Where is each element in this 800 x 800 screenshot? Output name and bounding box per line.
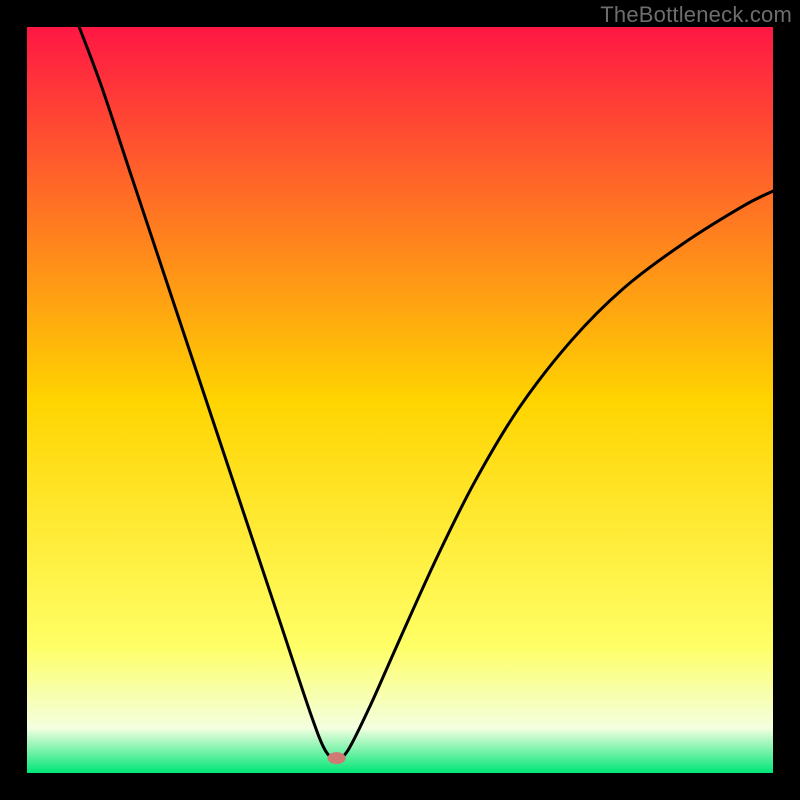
optimal-point-marker (328, 752, 346, 764)
watermark-text: TheBottleneck.com (600, 2, 792, 28)
chart-frame: { "watermark": "TheBottleneck.com", "cha… (0, 0, 800, 800)
gradient-background (27, 27, 773, 773)
bottleneck-chart (0, 0, 800, 800)
